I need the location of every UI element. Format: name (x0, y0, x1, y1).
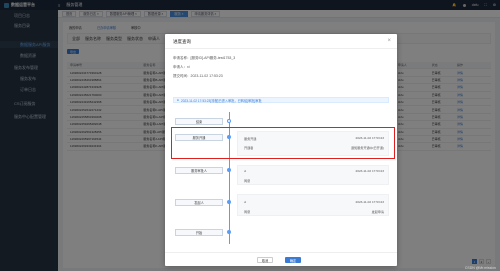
card-label: xi (244, 200, 247, 204)
timeline-card: xi 同意 2023-11-02 17:53:23 (237, 165, 389, 185)
info-apply-name: 申请名称：[服务ID]-API服务-test1753_3 (173, 56, 236, 60)
cancel-button[interactable]: 取消 (257, 257, 273, 263)
highlight-box (171, 127, 395, 159)
timeline-dot (227, 119, 232, 123)
timeline-card: xi 同意 2023-11-02 17:53:23 发起申请 (237, 194, 389, 216)
watermark: CSDN @Mr.mission (464, 266, 496, 270)
card-time: 2023-11-02 17:53:23 (355, 169, 385, 173)
status-notice-text: 2023-11-02 17:53:23[流程]已进入审批，已转给[审批]审批 (180, 98, 262, 103)
timeline-dot (227, 200, 232, 204)
close-icon[interactable]: × (387, 38, 391, 44)
info-icon: ● (177, 98, 179, 102)
timeline-dot (227, 168, 232, 172)
timeline-node-end: 结束 (175, 118, 223, 125)
card-label: 同意 (244, 210, 251, 214)
timeline-node-initiator: 发起人 (175, 199, 223, 206)
status-notice: ● 2023-11-02 17:53:23[流程]已进入审批，已转给[审批]审批 (173, 97, 389, 103)
info-applicant: 申请人：xi (173, 65, 190, 69)
card-time: 2023-11-02 17:53:23 (355, 200, 385, 204)
card-remark: 发起申请 (371, 210, 384, 214)
modal-title: 进度查询 (173, 39, 191, 44)
divider (165, 48, 397, 49)
modal-footer: 取消 确定 (165, 252, 397, 266)
info-submit-time: 提交时间：2023-11-02 17:53:23 (173, 74, 223, 78)
card-label: 同意 (244, 179, 251, 183)
ok-button[interactable]: 确定 (285, 257, 301, 263)
timeline-node-approver: 服务审批人 (175, 167, 223, 174)
timeline-dot (227, 230, 232, 234)
card-label: xi (244, 169, 247, 173)
timeline-node-start: 开始 (175, 229, 223, 236)
